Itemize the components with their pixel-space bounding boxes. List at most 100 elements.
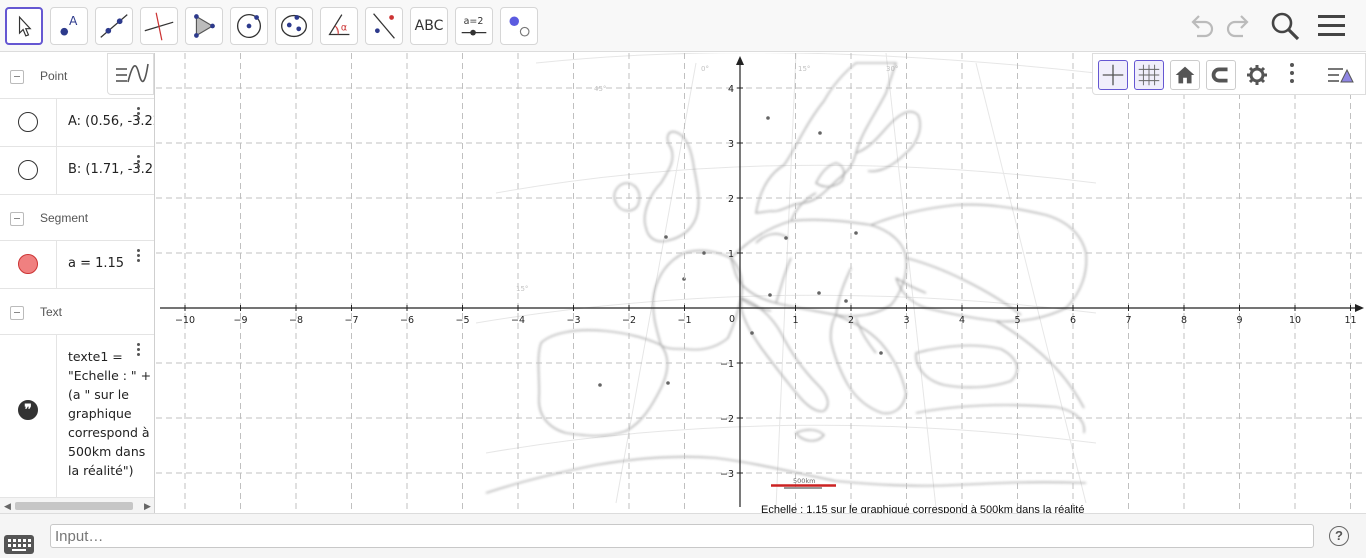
category-text[interactable]: Text [0, 289, 154, 335]
x-axis [160, 304, 1364, 312]
more-options-icon[interactable] [137, 343, 141, 358]
reflect-tool[interactable] [365, 7, 403, 45]
polygon-tool[interactable] [185, 7, 223, 45]
toggle-style-bar-button[interactable] [1325, 60, 1357, 90]
y-tick-label: 4 [728, 84, 734, 95]
scale-caption-text[interactable]: Echelle : 1.15 sur le graphique correspo… [761, 504, 1084, 513]
help-icon[interactable]: ? [1329, 526, 1349, 546]
graphics-view[interactable]: 0° 15° 30° 45° 15° −10 −9 −8 −7 −6 −5 −4… [156, 53, 1366, 513]
category-segment[interactable]: Segment [0, 195, 154, 241]
more-options-icon[interactable] [137, 155, 141, 170]
y-axis [736, 56, 744, 507]
algebra-item-a[interactable]: a = 1.15 [0, 241, 154, 289]
y-tick-label: 3 [728, 139, 734, 150]
point-tool[interactable]: A [50, 7, 88, 45]
more-options-icon[interactable] [137, 107, 141, 122]
text-tool[interactable]: ABC [410, 7, 448, 45]
line-icon [100, 14, 128, 38]
quote-icon[interactable]: ❞ [18, 400, 38, 420]
x-tick-label: −4 [511, 315, 525, 326]
collapse-icon[interactable] [10, 306, 24, 320]
x-tick-label: −10 [175, 315, 195, 326]
x-axis-labels: −10 −9 −8 −7 −6 −5 −4 −3 −2 −1 1 2 3 4 5 6 7 8 9 10 11 [175, 315, 1357, 326]
algebra-item-texte1[interactable]: ❞ texte1 = "Echelle : " + (a " sur le gr… [0, 335, 154, 498]
collapse-icon[interactable] [10, 212, 24, 226]
angle-tool[interactable]: α [320, 7, 358, 45]
svg-text:30°: 30° [886, 65, 898, 73]
circle-center-icon [236, 13, 262, 39]
redo-button[interactable] [1221, 10, 1255, 42]
y-axis-labels: 4 3 2 1 −1 −2 −3 [720, 84, 734, 480]
visibility-toggle[interactable] [18, 160, 38, 180]
x-tick-label: −6 [400, 315, 414, 326]
input-field[interactable] [50, 524, 1314, 548]
origin-label: 0 [729, 314, 735, 325]
visibility-toggle[interactable] [18, 254, 38, 274]
horizontal-scrollbar[interactable]: ◀ ▶ [0, 498, 154, 513]
ellipse-tool[interactable] [275, 7, 313, 45]
algebra-item-value[interactable]: texte1 = "Echelle : " + (a " sur le grap… [56, 335, 154, 497]
x-tick-label: 5 [1014, 315, 1020, 326]
reflect-icon [373, 13, 395, 39]
axes-icon [1102, 64, 1124, 86]
x-tick-label: 3 [903, 315, 909, 326]
algebra-item-B[interactable]: B: (1.71, -3.22) [0, 147, 154, 195]
x-tick-label: −8 [289, 315, 303, 326]
toggle-grid-button[interactable] [1134, 60, 1164, 90]
polygon-icon [194, 14, 215, 38]
x-tick-label: −9 [233, 315, 247, 326]
keyboard-icon[interactable] [4, 535, 34, 554]
graphics-canvas[interactable]: 0° 15° 30° 45° 15° −10 −9 −8 −7 −6 −5 −4… [156, 53, 1366, 513]
toggle-axes-button[interactable] [1098, 60, 1128, 90]
x-tick-label: −3 [566, 315, 580, 326]
x-tick-label: 11 [1344, 315, 1356, 326]
map-scale-label: 500km [793, 477, 816, 485]
input-bar: ? [0, 513, 1366, 558]
search-button[interactable] [1268, 10, 1302, 42]
graphics-settings-button[interactable] [1242, 60, 1272, 90]
show-hide-tool[interactable] [500, 7, 538, 45]
algebra-item-A[interactable]: A: (0.56, -3.22) [0, 99, 154, 147]
visibility-toggle[interactable] [18, 112, 38, 132]
svg-text:15°: 15° [798, 65, 810, 73]
x-tick-label: 1 [792, 315, 798, 326]
x-tick-label: 9 [1236, 315, 1242, 326]
y-tick-label: 2 [728, 194, 734, 205]
x-tick-label: 8 [1181, 315, 1187, 326]
collapse-icon[interactable] [10, 70, 24, 84]
toolbar: A α ABC a=2 [0, 0, 1366, 52]
toggle-algebra-view-button[interactable] [107, 53, 154, 95]
gear-icon [1247, 65, 1267, 85]
x-tick-label: 4 [959, 315, 965, 326]
scroll-right-icon[interactable]: ▶ [144, 501, 151, 512]
x-tick-label: 10 [1289, 315, 1301, 326]
algebra-view: Point A: (0.56, -3.22) B: (1.71, -3.22) … [0, 53, 155, 513]
category-label: Text [40, 305, 63, 319]
scroll-left-icon[interactable]: ◀ [4, 501, 11, 512]
perpendicular-icon [144, 12, 174, 41]
circle-tool[interactable] [230, 7, 268, 45]
svg-text:45°: 45° [594, 85, 606, 93]
move-tool[interactable] [5, 7, 43, 45]
hamburger-menu-icon [1318, 15, 1345, 36]
main-menu-button[interactable] [1315, 10, 1349, 42]
standard-view-button[interactable] [1170, 60, 1200, 90]
more-options-icon[interactable] [1290, 63, 1294, 83]
undo-icon [1191, 15, 1214, 38]
undo-button[interactable] [1185, 10, 1219, 42]
y-tick-label: −1 [720, 359, 734, 370]
slider-tool[interactable]: a=2 [455, 7, 493, 45]
x-tick-label: −2 [622, 315, 636, 326]
home-icon [1175, 66, 1195, 84]
category-label: Segment [40, 211, 89, 225]
y-tick-label: −3 [720, 469, 734, 480]
slider-icon: a=2 [461, 16, 487, 36]
redo-icon [1226, 15, 1249, 38]
line-tool[interactable] [95, 7, 133, 45]
magnet-icon [1211, 67, 1228, 83]
more-options-icon[interactable] [137, 249, 141, 264]
scrollbar-thumb[interactable] [15, 502, 133, 510]
perpendicular-tool[interactable] [140, 7, 178, 45]
x-tick-label: 2 [848, 315, 854, 326]
point-capturing-button[interactable] [1206, 60, 1236, 90]
